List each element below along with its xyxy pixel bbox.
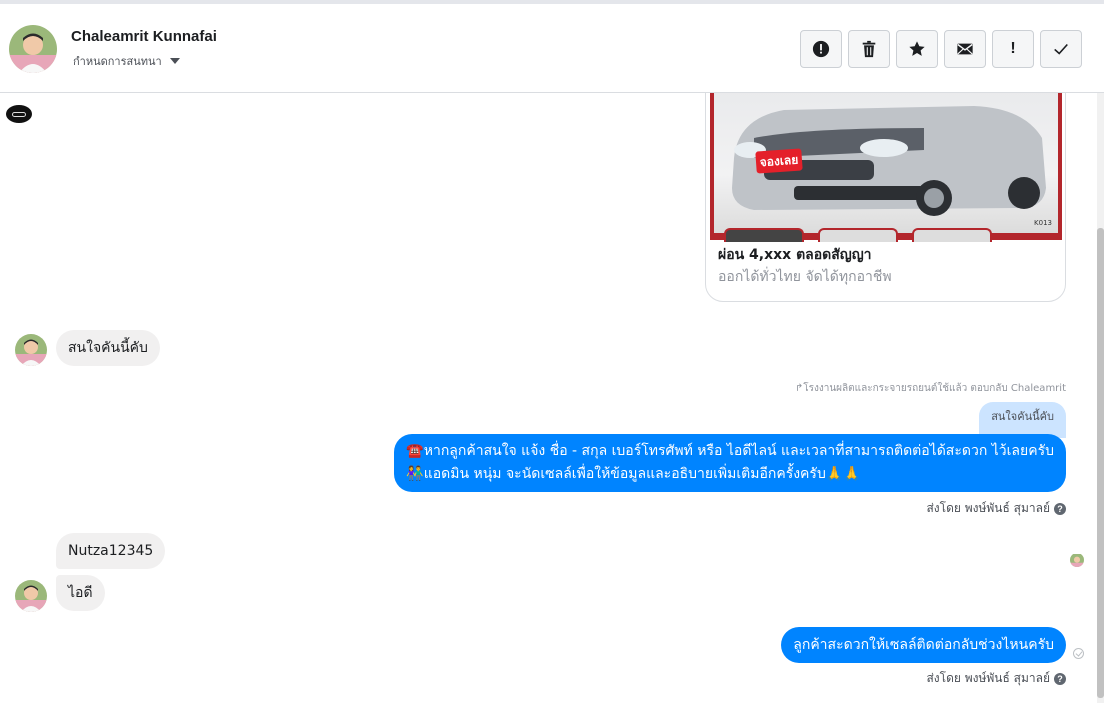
alert-circle-icon <box>812 40 830 58</box>
mark-unread-button[interactable] <box>944 30 986 68</box>
message-thread[interactable]: จองเลย K013 ผ่อน 4,xxx ตลอดสัญญา ออกได้ท… <box>0 93 1097 703</box>
book-now-badge: จองเลย <box>755 148 803 174</box>
seen-avatar <box>1070 553 1084 567</box>
chevron-down-icon <box>169 58 180 64</box>
scrollbar-thumb[interactable] <box>1097 228 1104 698</box>
car-code: K013 <box>1034 219 1052 227</box>
reply-context: ↱โรงงานผลิตและกระจายรถยนต์ใช้แล้ว ตอบกลั… <box>794 383 1066 394</box>
help-icon[interactable]: ? <box>1054 502 1066 515</box>
trash-icon <box>862 40 876 58</box>
delete-button[interactable] <box>848 30 890 68</box>
outgoing-message[interactable]: ลูกค้าสะดวกให้เซลล์ติดต่อกลับช่วงไหนครับ <box>781 627 1066 663</box>
outgoing-message[interactable]: ☎️หากลูกค้าสนใจ แจ้ง ชื่อ - สกุล เบอร์โท… <box>394 434 1066 492</box>
star-button[interactable] <box>896 30 938 68</box>
contact-name[interactable]: Chaleamrit Kunnafai <box>71 28 217 45</box>
incoming-message[interactable]: ไอดี <box>56 575 105 611</box>
help-icon[interactable]: ? <box>1054 672 1066 685</box>
contact-avatar[interactable] <box>9 25 57 73</box>
message-line: ☎️หากลูกค้าสนใจ แจ้ง ชื่อ - สกุล เบอร์โท… <box>406 443 1054 459</box>
follow-up-button[interactable]: ! <box>992 30 1034 68</box>
sent-check-icon <box>1073 648 1084 659</box>
exclamation-icon: ! <box>1010 40 1016 57</box>
photo-thumbnails <box>724 228 992 242</box>
sent-by-label: ส่งโดย พงษ์พันธ์ สุมาลย์ ? <box>926 669 1066 688</box>
check-icon <box>1054 43 1068 55</box>
conversation-toolbar: ! <box>800 30 1082 68</box>
envelope-icon <box>957 43 973 55</box>
sent-by-label: ส่งโดย พงษ์พันธ์ สุมาลย์ ? <box>926 499 1066 518</box>
sent-by-text: ส่งโดย พงษ์พันธ์ สุมาลย์ <box>926 671 1050 685</box>
card-title: ผ่อน 4,xxx ตลอดสัญญา <box>718 247 872 263</box>
car-promo-card[interactable]: จองเลย K013 ผ่อน 4,xxx ตลอดสัญญา ออกได้ท… <box>705 93 1066 302</box>
message-line: 👫แอดมิน หนุ่ม จะนัดเซลล์เพื่อให้ข้อมูลแล… <box>406 466 861 482</box>
star-icon <box>909 41 925 56</box>
contact-avatar-small[interactable] <box>15 334 47 366</box>
scrollbar[interactable] <box>1097 93 1104 703</box>
mark-spam-button[interactable] <box>800 30 842 68</box>
assign-label: กำหนดการสนทนา <box>73 55 162 68</box>
conversation-header: Chaleamrit Kunnafai กำหนดการสนทนา ! <box>0 0 1104 93</box>
car-photo: จองเลย K013 <box>710 93 1062 242</box>
sent-by-text: ส่งโดย พงษ์พันธ์ สุมาลย์ <box>926 501 1050 515</box>
contact-avatar-small[interactable] <box>15 580 47 612</box>
page-logo-icon <box>6 105 32 123</box>
mark-done-button[interactable] <box>1040 30 1082 68</box>
card-subtitle: ออกได้ทั่วไทย จัดได้ทุกอาชีพ <box>718 269 892 285</box>
incoming-message[interactable]: Nutza12345 <box>56 533 166 569</box>
quoted-message[interactable]: สนใจคันนี้คับ <box>979 402 1066 438</box>
incoming-message[interactable]: สนใจคันนี้คับ <box>56 330 160 366</box>
assign-conversation-dropdown[interactable]: กำหนดการสนทนา <box>73 52 180 70</box>
